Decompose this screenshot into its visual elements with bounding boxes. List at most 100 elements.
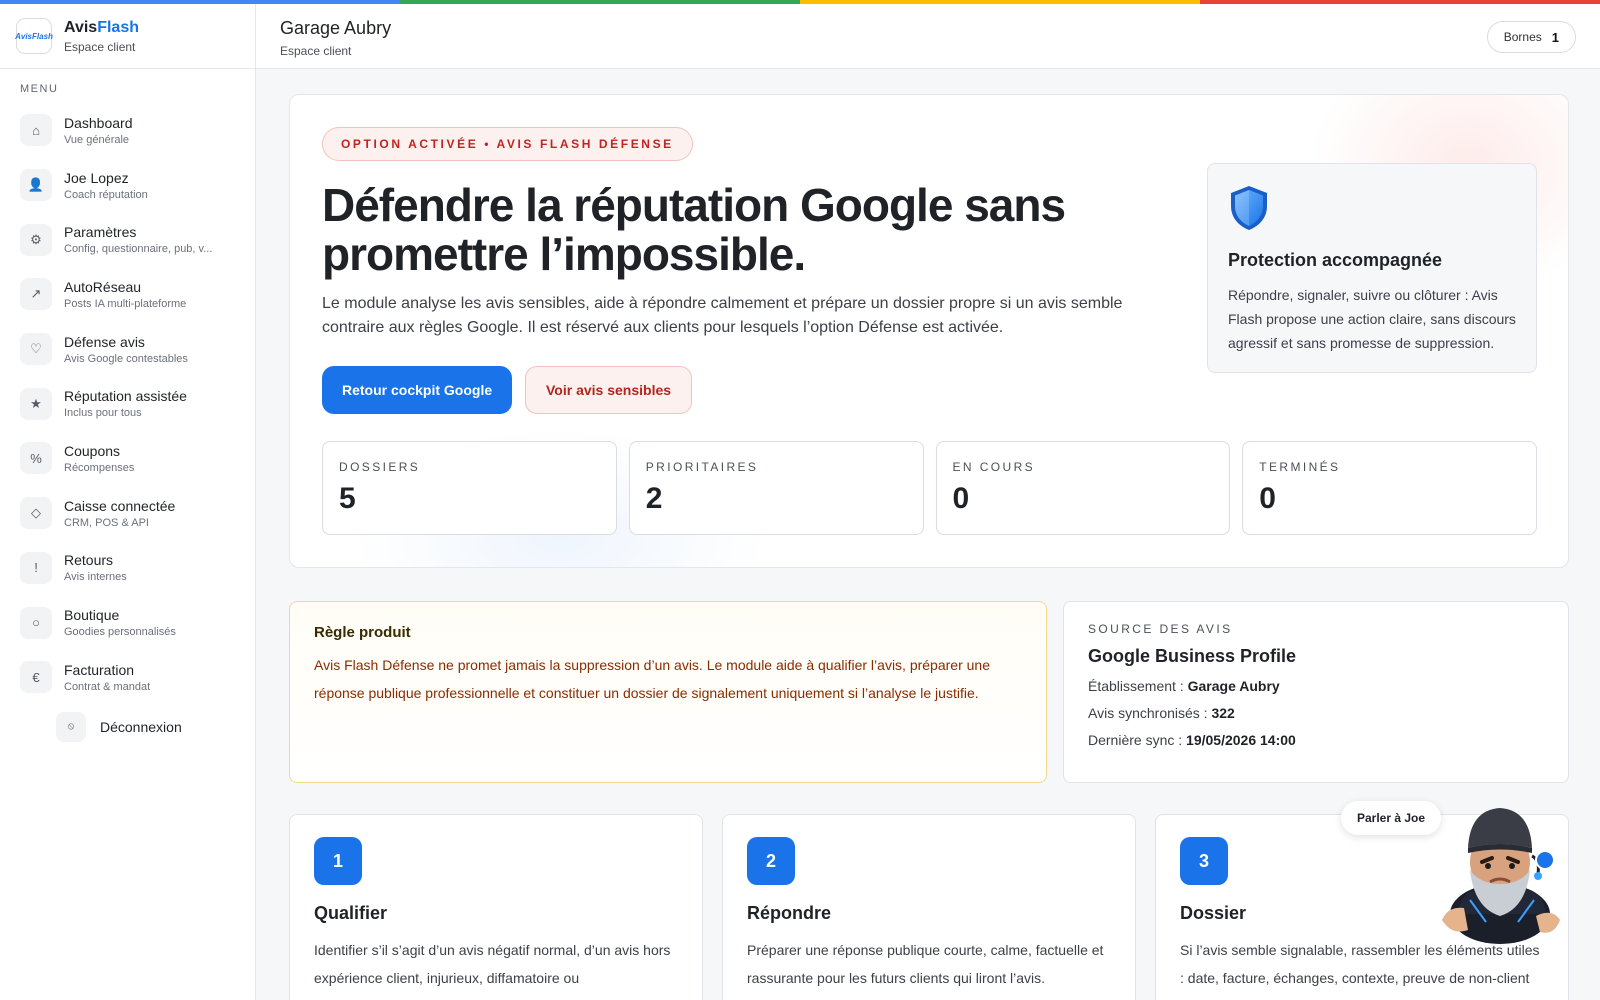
sidebar-item-boutique[interactable]: ○ Boutique Goodies personnalisés [0, 595, 255, 650]
sidebar-item-text: Réputation assistée Inclus pour tous [64, 388, 187, 419]
hero-title: Défendre la réputation Google sans prome… [322, 179, 1066, 280]
coach-avatar-icon: 👤 [20, 169, 52, 202]
sidebar-item-title: AutoRéseau [64, 278, 142, 295]
sidebar-item-retours[interactable]: ! Retours Avis internes [0, 541, 255, 596]
sidebar-item-reputation-assistee[interactable]: ★ Réputation assistée Inclus pour tous [0, 376, 255, 431]
circle-icon: ○ [20, 606, 52, 639]
step-number-badge: 2 [747, 837, 795, 885]
product-rule-title: Règle produit [314, 624, 411, 641]
step-text: Identifier s’il s’agit d’un avis négatif… [314, 942, 671, 986]
sidebar: AvisFlash AvisFlash Espace client MENU ⌂… [0, 4, 256, 1000]
protection-text: Répondre, signaler, suivre ou clôturer :… [1228, 287, 1516, 351]
step-card-repondre: 2 Répondre Préparer une réponse publique… [722, 814, 1136, 1000]
home-icon: ⌂ [20, 114, 52, 147]
sidebar-item-text: Facturation Contrat & mandat [64, 662, 150, 693]
sidebar-item-title: Défense avis [64, 333, 145, 350]
sidebar-item-autoreseau[interactable]: ↗ AutoRéseau Posts IA multi-plateforme [0, 267, 255, 322]
sidebar-item-text: Retours Avis internes [64, 552, 127, 583]
euro-icon: € [20, 661, 52, 694]
sidebar-item-title: Boutique [64, 607, 120, 624]
bornes-label: Bornes [1503, 30, 1542, 44]
sidebar-item-joe-lopez[interactable]: 👤 Joe Lopez Coach réputation [0, 158, 255, 213]
sidebar-item-subtitle: Goodies personnalisés [64, 626, 176, 639]
stat-card-en-cours: EN COURS 0 [935, 441, 1231, 535]
joe-coach-avatar-icon[interactable] [1440, 796, 1564, 946]
page-subtitle: Espace client [280, 44, 352, 58]
sidebar-item-text: AutoRéseau Posts IA multi-plateforme [64, 279, 186, 310]
star-icon: ★ [20, 387, 52, 420]
source-last-sync-value: 19/05/2026 14:00 [1186, 732, 1296, 748]
view-sensitive-reviews-button[interactable]: Voir avis sensibles [525, 366, 693, 414]
sidebar-item-text: Boutique Goodies personnalisés [64, 607, 176, 638]
source-synced-count: Avis synchronisés : 322 [1088, 705, 1544, 721]
hero-card: OPTION ACTIVÉE • AVIS FLASH DÉFENSE Défe… [289, 94, 1569, 568]
product-rule-text: Avis Flash Défense ne promet jamais la s… [314, 657, 990, 701]
source-title: Google Business Profile [1088, 646, 1297, 666]
stat-card-prioritaires: PRIORITAIRES 2 [628, 441, 924, 535]
step-number-badge: 3 [1180, 837, 1228, 885]
sidebar-item-subtitle: Contrat & mandat [64, 680, 151, 693]
sidebar-item-title: Retours [64, 552, 114, 569]
stat-label: EN COURS [952, 460, 1036, 474]
sidebar-item-title: Facturation [64, 661, 135, 678]
logout-button[interactable]: ⦸ Déconnexion [0, 707, 255, 747]
shield-icon: ♡ [20, 333, 52, 366]
source-last-sync-label: Dernière sync : [1088, 732, 1183, 748]
arrow-up-right-icon: ↗ [20, 278, 52, 311]
sidebar-item-text: Caisse connectée CRM, POS & API [64, 498, 175, 529]
option-active-pill: OPTION ACTIVÉE • AVIS FLASH DÉFENSE [322, 127, 693, 161]
logout-icon: ⦸ [56, 711, 86, 742]
stat-label: PRIORITAIRES [645, 460, 759, 474]
source-establishment: Établissement : Garage Aubry [1088, 678, 1544, 694]
sidebar-item-text: Paramètres Config, questionnaire, pub, v.… [64, 224, 212, 255]
sidebar-item-subtitle: Posts IA multi-plateforme [64, 297, 187, 310]
protection-card: Protection accompagnée Répondre, signale… [1207, 163, 1537, 373]
sidebar-item-title: Réputation assistée [64, 388, 187, 405]
sidebar-item-subtitle: Avis internes [64, 571, 127, 584]
sidebar-nav: ⌂ Dashboard Vue générale 👤 Joe Lopez Coach ré… [0, 103, 255, 705]
stripe-yellow [800, 0, 1200, 4]
source-last-sync: Dernière sync : 19/05/2026 14:00 [1088, 732, 1544, 748]
talk-to-joe-bubble[interactable]: Parler à Joe [1341, 801, 1442, 835]
stripe-red [1200, 0, 1600, 4]
sidebar-item-coupons[interactable]: % Coupons Récompenses [0, 431, 255, 486]
stat-value: 0 [952, 482, 970, 515]
step-card-qualifier: 1 Qualifier Identifier s’il s’agit d’un … [289, 814, 703, 1000]
bornes-count: 1 [1551, 29, 1559, 45]
sidebar-item-text: Défense avis Avis Google contestables [64, 334, 188, 365]
stats-row: DOSSIERS 5 PRIORITAIRES 2 EN COURS 0 TER… [322, 441, 1537, 535]
stripe-blue [0, 0, 400, 4]
step-title: Qualifier [314, 903, 388, 923]
brand-name-part-2: Flash [97, 18, 139, 36]
sidebar-item-caisse-connectee[interactable]: ◇ Caisse connectée CRM, POS & API [0, 486, 255, 541]
stat-card-dossiers: DOSSIERS 5 [322, 441, 617, 535]
sidebar-item-text: Joe Lopez Coach réputation [64, 170, 148, 201]
sidebar-item-subtitle: Vue générale [64, 133, 130, 146]
sidebar-item-subtitle: Avis Google contestables [64, 352, 188, 365]
source-synced-label: Avis synchronisés : [1088, 705, 1208, 721]
brand-logo: AvisFlash [15, 18, 53, 54]
hero-description: Le module analyse les avis sensibles, ai… [322, 295, 1123, 336]
brand-logo-text: AvisFlash [15, 31, 53, 41]
sidebar-item-subtitle: CRM, POS & API [64, 516, 149, 529]
sidebar-item-text: Coupons Récompenses [64, 443, 134, 474]
sidebar-item-title: Coupons [64, 442, 121, 459]
sidebar-item-subtitle: Coach réputation [64, 188, 148, 201]
sidebar-item-text: Dashboard Vue générale [64, 115, 133, 146]
stat-card-termines: TERMINÉS 0 [1242, 441, 1537, 535]
sidebar-item-parametres[interactable]: ⚙ Paramètres Config, questionnaire, pub, v… [0, 212, 255, 267]
sidebar-item-facturation[interactable]: € Facturation Contrat & mandat [0, 650, 255, 705]
brand-color-stripe [0, 0, 1600, 4]
brand[interactable]: AvisFlash AvisFlash Espace client [0, 4, 255, 69]
step-text: Préparer une réponse publique courte, ca… [747, 942, 1104, 986]
back-to-cockpit-button[interactable]: Retour cockpit Google [322, 366, 513, 414]
source-synced-value: 322 [1211, 705, 1235, 721]
exclamation-icon: ! [20, 551, 52, 584]
brand-name-part-1: Avis [64, 18, 98, 36]
sidebar-item-defense-avis[interactable]: ♡ Défense avis Avis Google contestables [0, 322, 255, 377]
bornes-badge[interactable]: Bornes 1 [1486, 21, 1576, 53]
diamond-icon: ◇ [20, 497, 52, 530]
sidebar-item-dashboard[interactable]: ⌂ Dashboard Vue générale [0, 103, 255, 158]
stat-value: 2 [645, 482, 663, 515]
sidebar-item-subtitle: Inclus pour tous [64, 407, 142, 420]
